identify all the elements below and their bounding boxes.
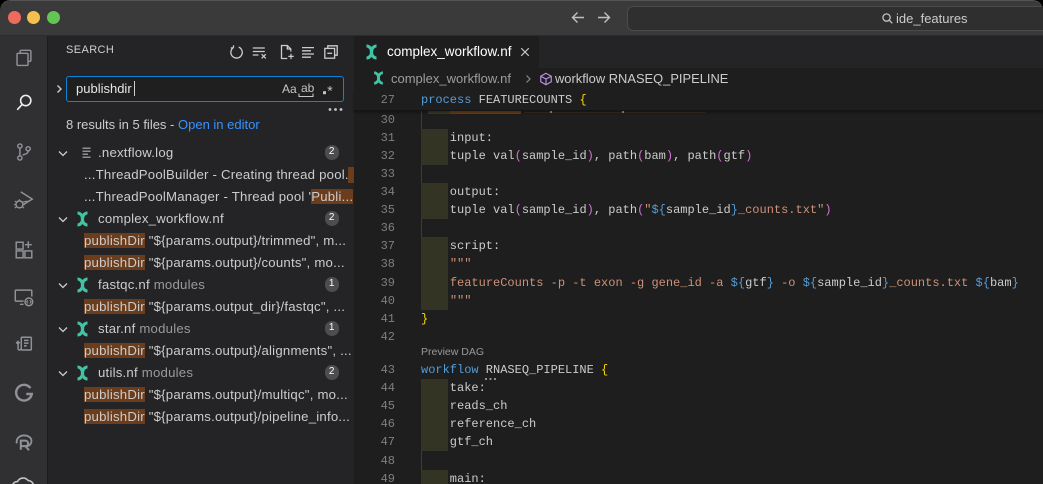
svg-text:*: * [327, 83, 333, 97]
